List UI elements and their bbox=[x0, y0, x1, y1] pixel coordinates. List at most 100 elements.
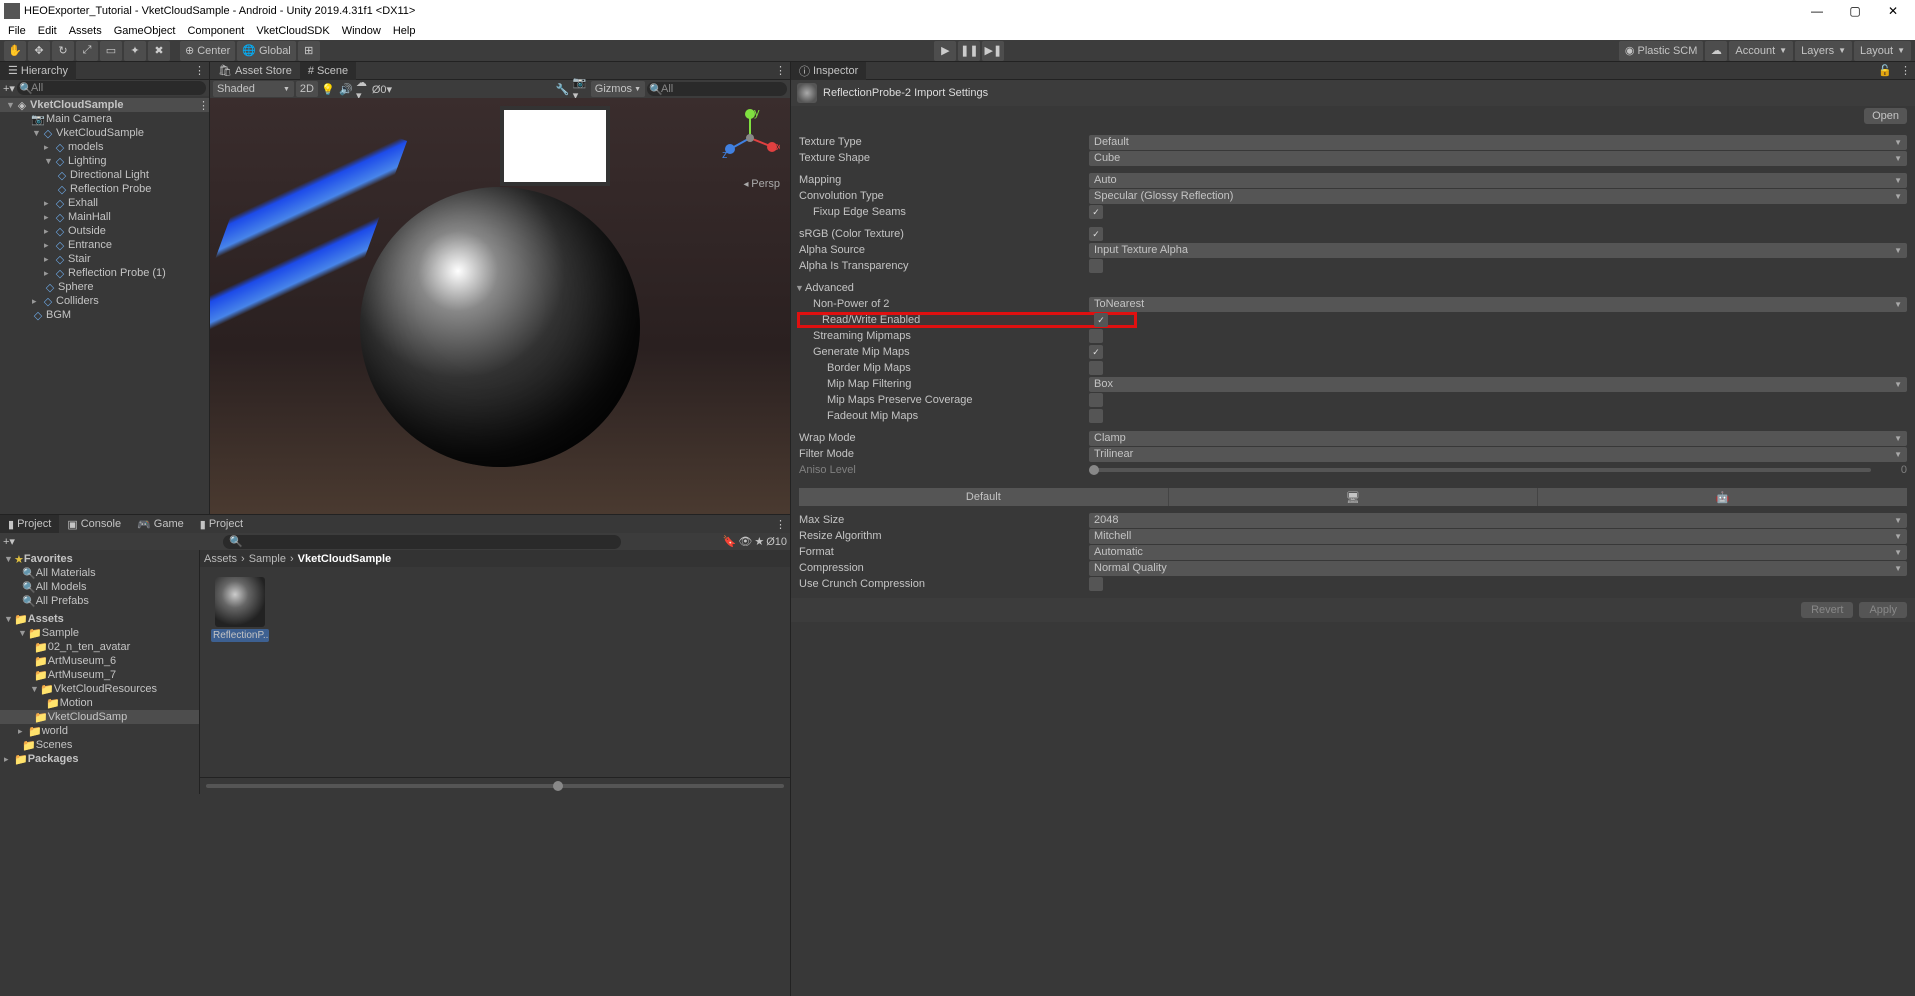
play-button[interactable]: ▶ bbox=[934, 41, 956, 61]
game-tab[interactable]: 🎮Game bbox=[129, 515, 192, 533]
create-asset-button[interactable]: +▾ bbox=[3, 535, 15, 548]
alpha-source-dropdown[interactable]: Input Texture Alpha▼ bbox=[1089, 243, 1907, 258]
layers-dropdown[interactable]: Layers ▼ bbox=[1795, 41, 1852, 61]
hidden-count-icon[interactable]: Ø10 bbox=[766, 536, 787, 548]
wrap-dropdown[interactable]: Clamp▼ bbox=[1089, 431, 1907, 446]
scene-viewport[interactable]: x y z ◂ Persp bbox=[210, 98, 790, 514]
aniso-slider[interactable] bbox=[1089, 468, 1871, 472]
scene-search-input[interactable]: 🔍All bbox=[647, 82, 787, 96]
format-dropdown[interactable]: Automatic▼ bbox=[1089, 545, 1907, 560]
hierarchy-item[interactable]: ▸◇MainHall bbox=[0, 210, 209, 224]
favorites-header[interactable]: ▼★ Favorites bbox=[0, 552, 199, 566]
platform-default-tab[interactable]: Default bbox=[799, 488, 1169, 506]
audio-toggle[interactable]: 🔊 bbox=[338, 81, 354, 97]
menu-assets[interactable]: Assets bbox=[63, 25, 108, 37]
gizmos-dropdown[interactable]: Gizmos ▼ bbox=[591, 81, 645, 97]
menu-component[interactable]: Component bbox=[181, 25, 250, 37]
streaming-checkbox[interactable] bbox=[1089, 329, 1103, 343]
tool-settings-icon[interactable]: 🔧 bbox=[555, 81, 571, 97]
srgb-checkbox[interactable]: ✓ bbox=[1089, 227, 1103, 241]
transform-tool-button[interactable]: ✦ bbox=[124, 41, 146, 61]
mapping-dropdown[interactable]: Auto▼ bbox=[1089, 173, 1907, 188]
texture-type-dropdown[interactable]: Default▼ bbox=[1089, 135, 1907, 150]
scene-root[interactable]: ▼◈VketCloudSample⋮ bbox=[0, 98, 209, 112]
scene-tab[interactable]: #Scene bbox=[300, 62, 356, 80]
favorite-item[interactable]: 🔍 All Materials bbox=[0, 566, 199, 580]
folder-item-selected[interactable]: 📁VketCloudSamp bbox=[0, 710, 199, 724]
hidden-toggle[interactable]: Ø0▾ bbox=[374, 81, 390, 97]
platform-standalone-tab[interactable]: 🖥 bbox=[1169, 488, 1539, 506]
hierarchy-item[interactable]: ▸◇Outside bbox=[0, 224, 209, 238]
npot-dropdown[interactable]: ToNearest▼ bbox=[1089, 297, 1907, 312]
menu-file[interactable]: File bbox=[2, 25, 32, 37]
filter-label-icon[interactable]: 👁 bbox=[738, 535, 752, 548]
assets-header[interactable]: ▼📁 Assets bbox=[0, 612, 199, 626]
breadcrumb-item[interactable]: Assets bbox=[204, 553, 237, 565]
mode-2d-toggle[interactable]: 2D bbox=[296, 81, 318, 97]
favorite-icon[interactable]: ★ bbox=[754, 535, 764, 548]
filter-dropdown[interactable]: Trilinear▼ bbox=[1089, 447, 1907, 462]
asset-item[interactable]: ReflectionP... bbox=[210, 577, 270, 642]
panel-menu-icon[interactable]: ⋮ bbox=[190, 64, 209, 77]
hierarchy-item[interactable]: ▸◇Reflection Probe (1) bbox=[0, 266, 209, 280]
mipfilter-dropdown[interactable]: Box▼ bbox=[1089, 377, 1907, 392]
hierarchy-search-input[interactable]: 🔍All bbox=[17, 81, 206, 95]
border-checkbox[interactable] bbox=[1089, 361, 1103, 375]
crunch-checkbox[interactable] bbox=[1089, 577, 1103, 591]
hierarchy-item[interactable]: 📷Main Camera bbox=[0, 112, 209, 126]
custom-tool-button[interactable]: ✖ bbox=[148, 41, 170, 61]
packages-header[interactable]: ▸📁 Packages bbox=[0, 752, 199, 766]
preserve-checkbox[interactable] bbox=[1089, 393, 1103, 407]
folder-item[interactable]: ▸📁world bbox=[0, 724, 199, 738]
breadcrumb-item[interactable]: VketCloudSample bbox=[298, 553, 392, 565]
orientation-gizmo[interactable]: x y z bbox=[720, 108, 780, 168]
account-dropdown[interactable]: Account ▼ bbox=[1729, 41, 1793, 61]
convolution-dropdown[interactable]: Specular (Glossy Reflection)▼ bbox=[1089, 189, 1907, 204]
panel-menu-icon[interactable]: ⋮ bbox=[771, 518, 790, 531]
texture-shape-dropdown[interactable]: Cube▼ bbox=[1089, 151, 1907, 166]
panel-menu-icon[interactable]: ⋮ bbox=[771, 64, 790, 77]
fadeout-checkbox[interactable] bbox=[1089, 409, 1103, 423]
menu-gameobject[interactable]: GameObject bbox=[108, 25, 182, 37]
pivot-toggle[interactable]: ⊕Center bbox=[180, 41, 235, 61]
thumbnail-size-slider[interactable] bbox=[206, 784, 784, 788]
resize-dropdown[interactable]: Mitchell▼ bbox=[1089, 529, 1907, 544]
pause-button[interactable]: ❚❚ bbox=[958, 41, 980, 61]
lock-icon[interactable]: 🔓 bbox=[1874, 64, 1896, 77]
folder-item[interactable]: 📁02_n_ten_avatar bbox=[0, 640, 199, 654]
layout-dropdown[interactable]: Layout ▼ bbox=[1854, 41, 1911, 61]
step-button[interactable]: ▶❚ bbox=[982, 41, 1004, 61]
folder-item[interactable]: 📁ArtMuseum_6 bbox=[0, 654, 199, 668]
menu-vketcloudsdk[interactable]: VketCloudSDK bbox=[250, 25, 335, 37]
folder-item[interactable]: ▼📁VketCloudResources bbox=[0, 682, 199, 696]
snap-toggle[interactable]: ⊞ bbox=[298, 41, 320, 61]
fx-toggle[interactable]: ☁▾ bbox=[356, 81, 372, 97]
close-button[interactable]: ✕ bbox=[1875, 2, 1911, 20]
lighting-toggle[interactable]: 💡 bbox=[320, 81, 336, 97]
menu-help[interactable]: Help bbox=[387, 25, 422, 37]
move-tool-button[interactable]: ✥ bbox=[28, 41, 50, 61]
revert-button[interactable]: Revert bbox=[1801, 602, 1853, 618]
hierarchy-item[interactable]: ▸◇Stair bbox=[0, 252, 209, 266]
folder-item[interactable]: ▼📁Sample bbox=[0, 626, 199, 640]
plastic-scm-button[interactable]: ◉ Plastic SCM bbox=[1619, 41, 1704, 61]
shading-dropdown[interactable]: Shaded ▼ bbox=[213, 81, 294, 97]
menu-edit[interactable]: Edit bbox=[32, 25, 63, 37]
scale-tool-button[interactable]: ⤢ bbox=[76, 41, 98, 61]
hierarchy-item[interactable]: ◇Sphere bbox=[0, 280, 209, 294]
projection-label[interactable]: ◂ Persp bbox=[743, 178, 780, 190]
genmip-checkbox[interactable]: ✓ bbox=[1089, 345, 1103, 359]
hierarchy-item[interactable]: ▸◇Entrance bbox=[0, 238, 209, 252]
compression-dropdown[interactable]: Normal Quality▼ bbox=[1089, 561, 1907, 576]
rotate-tool-button[interactable]: ↻ bbox=[52, 41, 74, 61]
open-button[interactable]: Open bbox=[1864, 108, 1907, 124]
menu-window[interactable]: Window bbox=[336, 25, 387, 37]
project-tab-2[interactable]: ▮Project bbox=[192, 515, 251, 533]
hierarchy-item[interactable]: ◇Directional Light bbox=[0, 168, 209, 182]
cloud-button[interactable]: ☁ bbox=[1705, 41, 1727, 61]
hierarchy-item[interactable]: ◇Reflection Probe bbox=[0, 182, 209, 196]
folder-item[interactable]: 📁Scenes bbox=[0, 738, 199, 752]
apply-button[interactable]: Apply bbox=[1859, 602, 1907, 618]
create-button[interactable]: +▾ bbox=[3, 82, 15, 95]
favorite-item[interactable]: 🔍 All Models bbox=[0, 580, 199, 594]
